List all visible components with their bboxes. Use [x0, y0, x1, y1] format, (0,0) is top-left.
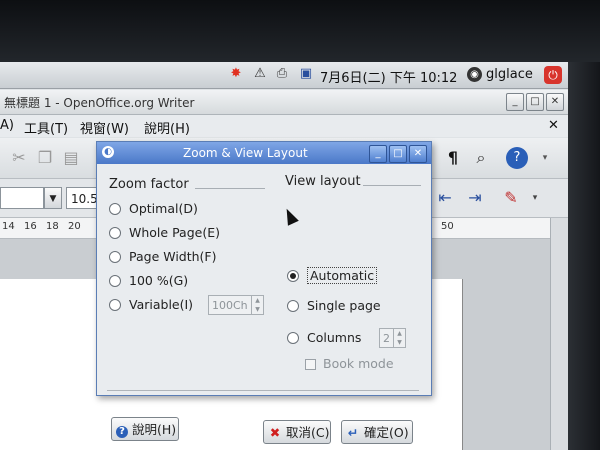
cancel-button[interactable]: ✖ 取消(C) — [263, 420, 331, 444]
warning-icon[interactable]: ⚠ — [252, 66, 268, 82]
username[interactable]: glglace — [486, 67, 533, 82]
power-button[interactable]: ⏻ — [544, 66, 562, 84]
system-panel: ✸ ⚠ ⎙ ▣ 7月6日(二) 下午 10:12 ◉ glglace ⏻ — [0, 62, 568, 89]
variable-zoom-value: 100Ch — [212, 299, 248, 312]
ruler-label: 14 — [2, 221, 15, 232]
ruler-label: 16 — [24, 221, 37, 232]
vertical-scrollbar[interactable] — [550, 218, 568, 450]
layout-automatic-radio[interactable]: Automatic — [287, 267, 378, 284]
spin-arrows-icon[interactable]: ▲ ▼ — [251, 296, 263, 314]
radio-selected-icon — [287, 269, 299, 282]
font-size-field[interactable]: 10.5 — [66, 187, 100, 209]
screen: ✸ ⚠ ⎙ ▣ 7月6日(二) 下午 10:12 ◉ glglace ⏻ 無標題… — [0, 62, 568, 450]
monitor-bezel-top — [0, 0, 600, 62]
alert-icon[interactable]: ✸ — [228, 66, 244, 82]
dialog-menu-icon[interactable]: ◐ — [102, 146, 114, 158]
menu-item-window[interactable]: 視窗(W) — [80, 118, 129, 137]
view-layout-heading: View layout — [285, 174, 361, 189]
menu-item-tools[interactable]: 工具(T) — [24, 118, 68, 137]
toolbar-options-icon[interactable]: ▾ — [534, 147, 556, 169]
dialog-title: Zoom & View Layout — [183, 146, 308, 160]
radio-icon — [287, 299, 299, 312]
button-separator — [107, 390, 419, 391]
layout-columns-radio[interactable]: Columns — [287, 330, 361, 345]
zoom-100-radio[interactable]: 100 %(G) — [109, 273, 188, 288]
increase-indent-icon[interactable]: ⇥ — [464, 187, 486, 209]
dialog-minimize-button[interactable]: _ — [369, 145, 387, 163]
user-icon[interactable]: ◉ — [467, 67, 482, 82]
help-icon: ? — [116, 426, 128, 438]
font-name-dropdown[interactable]: ▼ — [44, 187, 62, 209]
radio-icon — [109, 298, 121, 311]
highlight-dropdown-icon[interactable]: ▾ — [524, 187, 546, 209]
font-name-field[interactable] — [0, 187, 44, 209]
network-icon[interactable]: ▣ — [298, 66, 314, 82]
ruler-label: 18 — [46, 221, 59, 232]
zoom-optimal-radio[interactable]: Optimal(D) — [109, 201, 198, 216]
formatting-marks-icon[interactable]: ¶ — [442, 147, 464, 169]
radio-icon — [109, 250, 121, 263]
columns-spinbox[interactable]: 2 ▲ ▼ — [379, 328, 406, 348]
ruler-label: 20 — [68, 221, 81, 232]
zoom-page-width-radio[interactable]: Page Width(F) — [109, 249, 217, 264]
clock[interactable]: 7月6日(二) 下午 10:12 — [320, 67, 457, 86]
divider — [195, 188, 265, 189]
writer-titlebar: 無標題 1 - OpenOffice.org Writer _ □ ✕ — [0, 90, 568, 115]
document-close-icon[interactable]: ✕ — [548, 118, 559, 133]
monitor-bezel-right — [568, 62, 600, 450]
radio-icon — [109, 274, 121, 287]
enter-icon: ↵ — [347, 425, 359, 440]
decrease-indent-icon[interactable]: ⇤ — [434, 187, 456, 209]
zoom-whole-page-radio[interactable]: Whole Page(E) — [109, 225, 220, 240]
menu-bar: A) 工具(T) 視窗(W) 說明(H) ✕ — [0, 115, 568, 137]
layout-single-page-radio[interactable]: Single page — [287, 298, 381, 313]
variable-zoom-spinbox[interactable]: 100Ch ▲ ▼ — [208, 295, 264, 315]
radio-icon — [287, 331, 299, 344]
ok-button[interactable]: ↵ 確定(O) — [341, 420, 413, 444]
ruler-label: 50 — [441, 221, 454, 232]
zoom-factor-heading: Zoom factor — [109, 177, 189, 192]
help-icon[interactable]: ? — [506, 147, 528, 169]
zoom-view-layout-dialog: ◐ Zoom & View Layout _ □ ✕ Zoom factor O… — [96, 141, 432, 444]
copy-icon[interactable]: ❐ — [34, 147, 56, 169]
cancel-icon: ✖ — [269, 425, 281, 440]
book-mode-checkbox[interactable]: Book mode — [305, 356, 394, 371]
cut-icon[interactable]: ✂ — [8, 147, 30, 169]
columns-value: 2 — [383, 332, 390, 345]
radio-icon — [109, 202, 121, 215]
minimize-button[interactable]: _ — [506, 93, 524, 111]
menu-item-cut-off[interactable]: A) — [0, 118, 14, 133]
divider — [363, 185, 421, 186]
dialog-maximize-button[interactable]: □ — [389, 145, 407, 163]
checkbox-icon — [305, 359, 316, 370]
close-button[interactable]: ✕ — [546, 93, 564, 111]
highlight-color-icon[interactable]: ✎ — [500, 187, 522, 209]
menu-item-help[interactable]: 說明(H) — [144, 118, 190, 137]
dialog-close-button[interactable]: ✕ — [409, 145, 427, 163]
zoom-variable-radio[interactable]: Variable(I) — [109, 297, 193, 312]
dialog-titlebar[interactable]: ◐ Zoom & View Layout _ □ ✕ — [97, 142, 431, 164]
maximize-button[interactable]: □ — [526, 93, 544, 111]
window-title: 無標題 1 - OpenOffice.org Writer — [4, 96, 195, 110]
help-button[interactable]: ? 說明(H) — [111, 417, 179, 441]
spin-arrows-icon[interactable]: ▲ ▼ — [393, 329, 405, 347]
radio-icon — [109, 226, 121, 239]
printer-icon[interactable]: ⎙ — [274, 66, 290, 82]
zoom-icon[interactable]: ⌕ — [470, 147, 492, 169]
paste-icon[interactable]: ▤ — [60, 147, 82, 169]
